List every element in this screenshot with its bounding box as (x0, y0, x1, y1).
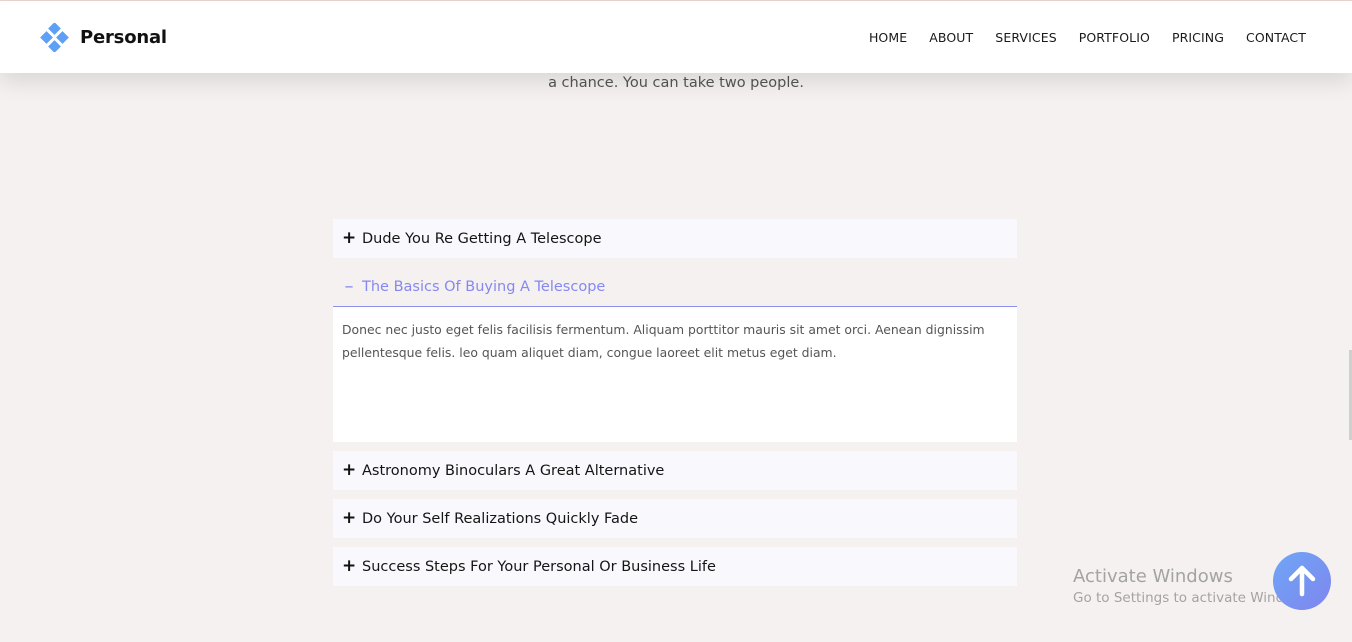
accordion-title: Do Your Self Realizations Quickly Fade (362, 510, 639, 527)
faq-accordion: + Dude You Re Getting A Telescope – The … (333, 219, 1017, 595)
accordion-title: The Basics Of Buying A Telescope (362, 278, 606, 295)
accordion-item: + Success Steps For Your Personal Or Bus… (333, 547, 1017, 586)
accordion-item: + Do Your Self Realizations Quickly Fade (333, 499, 1017, 538)
accordion-title: Success Steps For Your Personal Or Busin… (362, 558, 716, 575)
site-header: Personal HOME ABOUT SERVICES PORTFOLIO P… (0, 1, 1352, 73)
plus-icon: + (342, 460, 357, 480)
accordion-title: Astronomy Binoculars A Great Alternative (362, 462, 665, 479)
main-nav: HOME ABOUT SERVICES PORTFOLIO PRICING CO… (847, 1, 1306, 73)
brand-name: Personal (80, 27, 167, 48)
minus-icon: – (344, 275, 354, 297)
scroll-to-top-button[interactable] (1273, 552, 1331, 610)
nav-about[interactable]: ABOUT (929, 30, 973, 45)
accordion-title: Dude You Re Getting A Telescope (362, 230, 602, 247)
plus-icon: + (342, 228, 357, 248)
accordion-header[interactable]: + Do Your Self Realizations Quickly Fade (333, 499, 1017, 538)
plus-icon: + (342, 556, 357, 576)
nav-contact[interactable]: CONTACT (1246, 30, 1306, 45)
accordion-item: + Dude You Re Getting A Telescope (333, 219, 1017, 258)
accordion-item: + Astronomy Binoculars A Great Alternati… (333, 451, 1017, 490)
arrow-up-icon (1288, 565, 1316, 597)
logo-icon (40, 23, 69, 52)
accordion-header[interactable]: – The Basics Of Buying A Telescope (333, 267, 1017, 307)
nav-home[interactable]: HOME (869, 30, 907, 45)
accordion-header[interactable]: + Astronomy Binoculars A Great Alternati… (333, 451, 1017, 490)
accordion-header[interactable]: + Success Steps For Your Personal Or Bus… (333, 547, 1017, 586)
nav-portfolio[interactable]: PORTFOLIO (1079, 30, 1150, 45)
nav-pricing[interactable]: PRICING (1172, 30, 1224, 45)
intro-text: a chance. You can take two people. (548, 75, 804, 91)
logo[interactable]: Personal (40, 23, 167, 52)
plus-icon: + (342, 508, 357, 528)
accordion-body: Donec nec justo eget felis facilisis fer… (333, 307, 1017, 442)
accordion-header[interactable]: + Dude You Re Getting A Telescope (333, 219, 1017, 258)
accordion-item-open: – The Basics Of Buying A Telescope Donec… (333, 267, 1017, 442)
nav-services[interactable]: SERVICES (995, 30, 1056, 45)
